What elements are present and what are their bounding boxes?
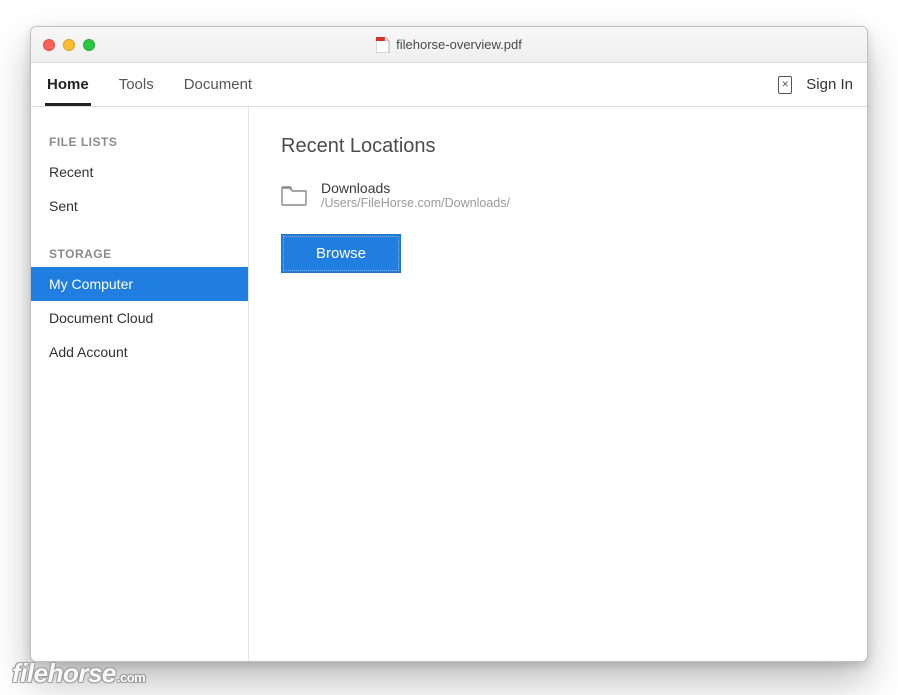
titlebar: filehorse-overview.pdf bbox=[31, 27, 867, 63]
location-name: Downloads bbox=[321, 180, 510, 196]
sidebar-item-recent[interactable]: Recent bbox=[31, 155, 248, 189]
sidebar-spacer bbox=[31, 223, 248, 241]
mobile-device-icon[interactable] bbox=[778, 76, 792, 94]
sidebar-item-add-account[interactable]: Add Account bbox=[31, 335, 248, 369]
sign-in-link[interactable]: Sign In bbox=[806, 76, 853, 93]
zoom-window-button[interactable] bbox=[83, 39, 95, 51]
toolbar-right: Sign In bbox=[778, 76, 853, 94]
folder-icon bbox=[281, 185, 307, 206]
pdf-file-icon bbox=[376, 37, 390, 53]
watermark-brand: filehorse bbox=[12, 658, 116, 688]
watermark: filehorse.com bbox=[12, 658, 145, 689]
recent-location-row[interactable]: Downloads /Users/FileHorse.com/Downloads… bbox=[281, 180, 835, 210]
window-controls bbox=[43, 39, 95, 51]
close-window-button[interactable] bbox=[43, 39, 55, 51]
toolbar: Home Tools Document Sign In bbox=[31, 63, 867, 107]
sidebar: FILE LISTS Recent Sent STORAGE My Comput… bbox=[31, 107, 249, 661]
window-title: filehorse-overview.pdf bbox=[396, 37, 522, 52]
location-text: Downloads /Users/FileHorse.com/Downloads… bbox=[321, 180, 510, 210]
browse-button[interactable]: Browse bbox=[281, 234, 401, 273]
sidebar-section-storage: STORAGE bbox=[31, 241, 248, 267]
tab-document[interactable]: Document bbox=[182, 64, 254, 106]
minimize-window-button[interactable] bbox=[63, 39, 75, 51]
content-body: FILE LISTS Recent Sent STORAGE My Comput… bbox=[31, 107, 867, 661]
sidebar-item-sent[interactable]: Sent bbox=[31, 189, 248, 223]
title-center: filehorse-overview.pdf bbox=[31, 37, 867, 53]
tab-list: Home Tools Document bbox=[45, 64, 254, 106]
main-heading: Recent Locations bbox=[281, 135, 835, 158]
app-window: filehorse-overview.pdf Home Tools Docume… bbox=[30, 26, 868, 662]
location-path: /Users/FileHorse.com/Downloads/ bbox=[321, 196, 510, 210]
sidebar-item-document-cloud[interactable]: Document Cloud bbox=[31, 301, 248, 335]
watermark-suffix: .com bbox=[117, 670, 145, 685]
sidebar-item-my-computer[interactable]: My Computer bbox=[31, 267, 248, 301]
sidebar-section-file-lists: FILE LISTS bbox=[31, 129, 248, 155]
main-panel: Recent Locations Downloads /Users/FileHo… bbox=[249, 107, 867, 661]
tab-tools[interactable]: Tools bbox=[117, 64, 156, 106]
tab-home[interactable]: Home bbox=[45, 64, 91, 106]
